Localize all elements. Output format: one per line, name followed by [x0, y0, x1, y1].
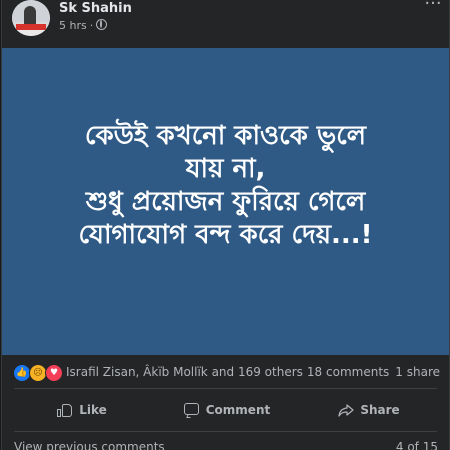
post-text-line: শুধু প্রয়োজন ফুরিয়ে গেলে: [85, 187, 366, 217]
share-button[interactable]: Share: [299, 393, 439, 427]
post-actions: Like Comment Share: [2, 393, 449, 427]
like-button[interactable]: Like: [12, 393, 152, 427]
comment-page-count: 4 of 15: [395, 440, 438, 450]
author-avatar[interactable]: [12, 0, 50, 36]
post-text-line: কেউই কখনো কাওকে ভুলে: [84, 121, 367, 151]
divider: [14, 431, 437, 432]
post-header: Sk Shahin 5 hrs · ···: [2, 0, 449, 48]
post-image-text: কেউই কখনো কাওকে ভুলে যায় না, শুধু প্রয়…: [22, 120, 429, 252]
reactions-summary: 👍 ☹ ♥ Israfil Zisan, Âkïb Mollïk and 169…: [2, 361, 449, 385]
post-timestamp[interactable]: 5 hrs: [59, 19, 87, 32]
share-icon: [338, 402, 354, 418]
post-meta: 5 hrs ·: [59, 19, 108, 32]
post-card: Sk Shahin 5 hrs · ··· কেউই কখনো কাওকে ভুল…: [1, 0, 450, 450]
reaction-names[interactable]: Israfil Zisan, Âkïb Mollïk and 169 other…: [66, 365, 303, 379]
comment-label: Comment: [205, 403, 271, 417]
reaction-icons[interactable]: 👍 ☹ ♥: [13, 364, 69, 382]
post-text-line: যায় না,: [185, 154, 266, 184]
like-label: Like: [79, 403, 107, 417]
love-reaction-icon: ♥: [45, 364, 63, 382]
comment-button[interactable]: Comment: [157, 393, 297, 427]
comment-icon: [183, 402, 200, 418]
divider: [14, 388, 437, 389]
author-name[interactable]: Sk Shahin: [59, 1, 132, 16]
globe-icon: [96, 19, 108, 30]
shares-count[interactable]: 1 share: [395, 365, 440, 379]
thumbs-up-icon: [57, 402, 73, 418]
engagement-counts: 18 comments 1 share: [301, 365, 440, 379]
share-label: Share: [360, 403, 400, 417]
meta-separator: ·: [89, 19, 94, 32]
post-image[interactable]: কেউই কখনো কাওকে ভুলে যায় না, শুধু প্রয়…: [2, 48, 449, 355]
comments-count[interactable]: 18 comments: [307, 365, 389, 379]
view-previous-comments-link[interactable]: View previous comments: [14, 440, 165, 450]
post-text-line: যোগাযোগ বন্দ করে দেয়...!: [78, 220, 373, 250]
more-options-icon[interactable]: ···: [422, 0, 444, 14]
